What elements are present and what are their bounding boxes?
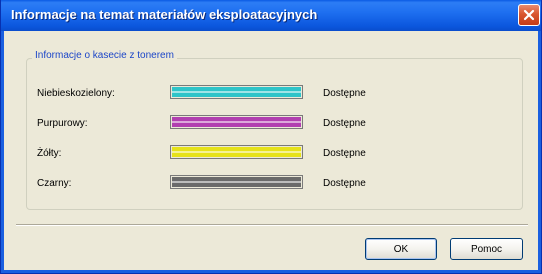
toner-level-bar-black <box>170 175 303 189</box>
toner-status: Dostępne <box>323 148 366 159</box>
close-button[interactable] <box>518 4 540 26</box>
toner-label: Żółty: <box>37 148 62 159</box>
toner-label: Czarny: <box>37 178 72 189</box>
toner-info-group-title: Informacje o kasecie z tonerem <box>32 50 177 61</box>
toner-status: Dostępne <box>323 88 366 99</box>
window-border-bottom <box>1 270 541 273</box>
toner-status: Dostępne <box>323 118 366 129</box>
dialog-title: Informacje na temat materiałów eksploata… <box>11 7 318 22</box>
toner-row-black: Czarny: Dostępne <box>37 175 507 195</box>
close-icon <box>523 9 535 21</box>
toner-row-yellow: Żółty: Dostępne <box>37 145 507 165</box>
help-button[interactable]: Pomoc <box>450 238 523 260</box>
toner-status: Dostępne <box>323 178 366 189</box>
toner-label: Niebieskozielony: <box>37 88 115 99</box>
separator <box>16 224 528 226</box>
toner-row-cyan: Niebieskozielony: Dostępne <box>37 85 507 105</box>
window-border-right <box>538 31 541 273</box>
dialog-window: Informacje na temat materiałów eksploata… <box>0 0 542 274</box>
toner-row-magenta: Purpurowy: Dostępne <box>37 115 507 135</box>
toner-label: Purpurowy: <box>37 118 88 129</box>
toner-level-bar-yellow <box>170 145 303 159</box>
toner-level-bar-magenta <box>170 115 303 129</box>
toner-level-bar-cyan <box>170 85 303 99</box>
window-border-left <box>1 31 4 273</box>
ok-button[interactable]: OK <box>365 238 437 260</box>
title-bar[interactable]: Informacje na temat materiałów eksploata… <box>1 0 541 31</box>
